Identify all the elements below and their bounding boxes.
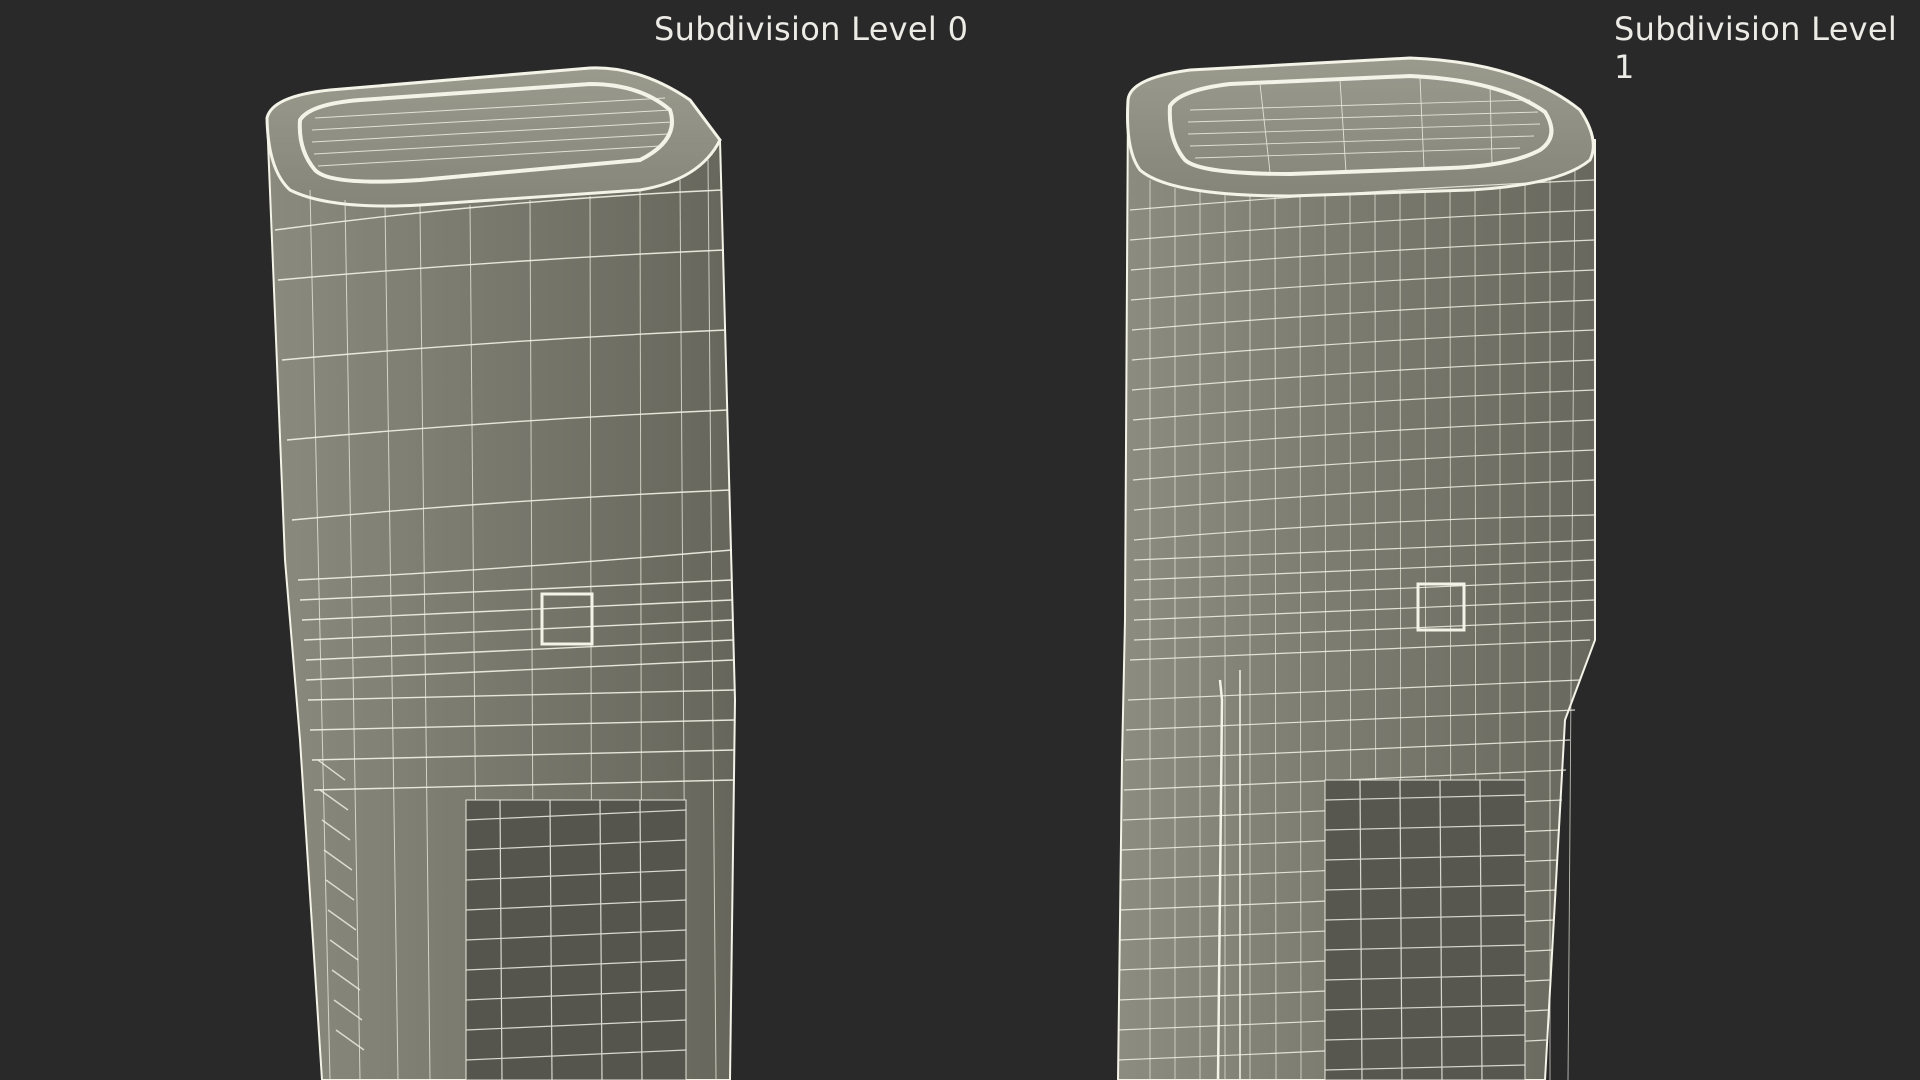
tower-level-0: [265, 66, 737, 1080]
tower-roof: [265, 66, 722, 208]
window-grid: [1324, 779, 1526, 1080]
tower-level-1: [1116, 56, 1596, 1080]
panel-title-level-1: Subdivision Level 1: [1614, 10, 1898, 86]
wireframe-render: [265, 56, 1596, 1080]
render-viewport: Subdivision Level 0 Subdivision Level 1: [0, 0, 1920, 1080]
panel-title-level-0: Subdivision Level 0: [654, 10, 969, 48]
